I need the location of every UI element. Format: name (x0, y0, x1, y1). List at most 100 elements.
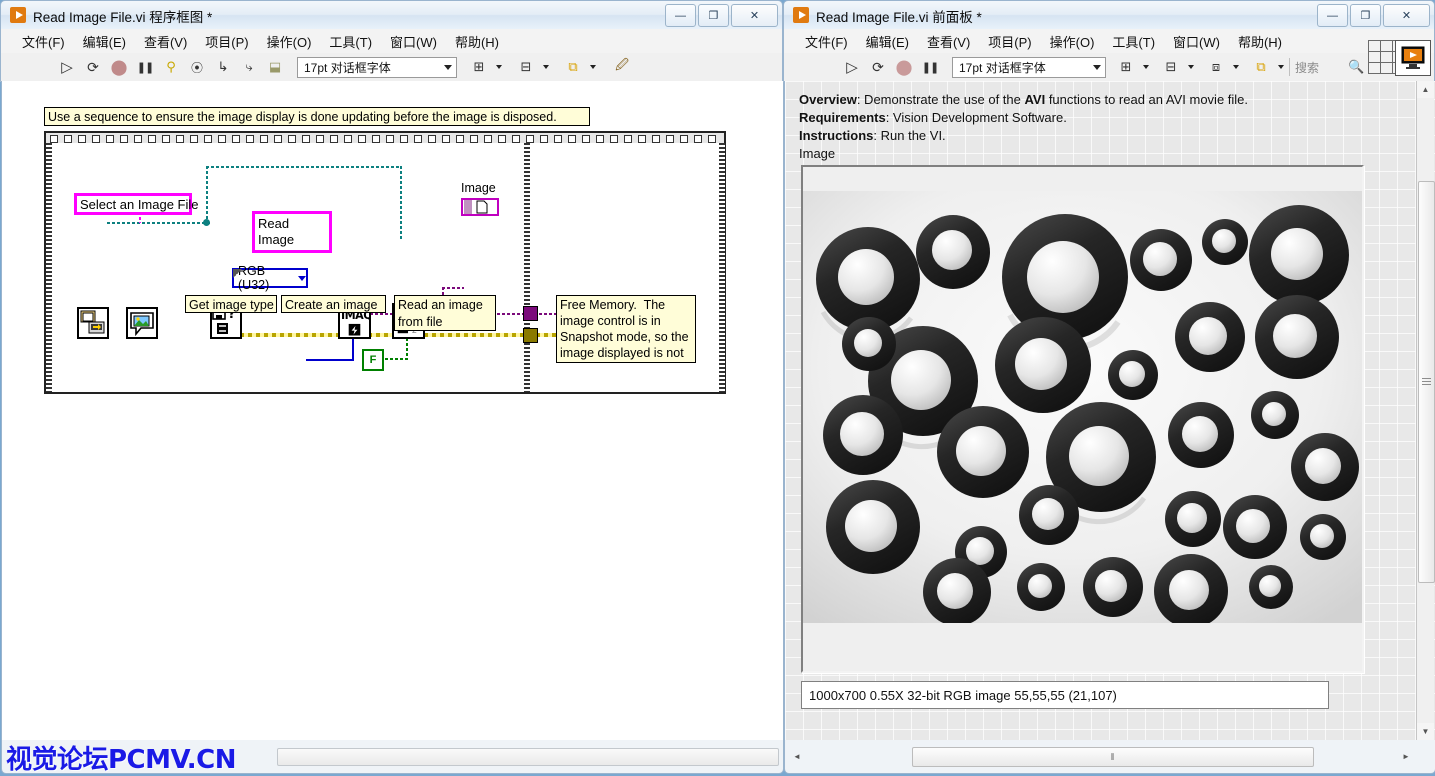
close-button[interactable]: ✕ (1383, 4, 1430, 27)
align-objects-icon[interactable]: ⊞ (1116, 57, 1136, 77)
maximize-button[interactable]: ❐ (1350, 4, 1381, 27)
menu-tools[interactable]: 工具(T) (320, 30, 381, 53)
folder-to-monitor-icon (80, 310, 106, 336)
free-memory-comment[interactable]: Free Memory. The image control is in Sna… (556, 295, 696, 363)
image-speech-bubble-icon (129, 310, 155, 336)
get-image-type-comment[interactable]: Get image type (185, 295, 277, 313)
scroll-right-button[interactable]: ► (1399, 747, 1413, 765)
font-selector[interactable]: 17pt 对话框字体 (297, 57, 457, 78)
panel-hscroll-thumb[interactable]: ⦀ (912, 747, 1314, 767)
menu-project[interactable]: 项目(P) (196, 30, 257, 53)
distribute-objects-icon[interactable]: ⊟ (1161, 57, 1181, 77)
search-box[interactable]: 搜索 🔍 (1295, 59, 1364, 76)
abort-button[interactable]: ⬤ (109, 57, 129, 77)
labview-vi-icon (793, 7, 809, 23)
front-panel-window: Read Image File.vi 前面板 * — ❐ ✕ 文件(F) 编辑(… (783, 0, 1435, 774)
vi-monitor-icon (1400, 45, 1426, 71)
diagram-window-controls: — ❐ ✕ (665, 4, 778, 27)
chevron-down-icon[interactable] (1188, 65, 1194, 69)
image-display-control[interactable] (801, 165, 1364, 673)
menu-help[interactable]: 帮助(H) (446, 30, 508, 53)
panel-titlebar[interactable]: Read Image File.vi 前面板 * — ❐ ✕ (783, 0, 1435, 29)
align-objects-icon[interactable]: ⊞ (469, 57, 489, 77)
minimize-button[interactable]: — (665, 4, 696, 27)
font-selector-value: 17pt 对话框字体 (959, 59, 1046, 76)
menu-view[interactable]: 查看(V) (918, 30, 979, 53)
reorder-icon[interactable]: ⧉ (563, 57, 583, 77)
overview-label: Overview (799, 92, 857, 107)
overview-line: Overview: Demonstrate the use of the AVI… (799, 92, 1248, 107)
step-into-icon[interactable]: ↳ (213, 57, 233, 77)
select-an-image-file-label[interactable]: Select an Image File (74, 193, 192, 215)
menu-operate[interactable]: 操作(O) (1041, 30, 1104, 53)
path-wire-branch-up (206, 166, 208, 223)
block-diagram-canvas[interactable]: Use a sequence to ensure the image displ… (1, 81, 784, 740)
chevron-down-icon[interactable] (590, 65, 596, 69)
chevron-down-icon[interactable] (543, 65, 549, 69)
font-selector-value: 17pt 对话框字体 (304, 59, 391, 76)
chevron-down-icon[interactable] (1278, 65, 1284, 69)
menu-window[interactable]: 窗口(W) (381, 30, 446, 53)
vi-icon[interactable] (1395, 40, 1431, 76)
step-out-icon[interactable]: ⬓ (265, 57, 285, 77)
pause-button[interactable]: ❚❚ (135, 57, 155, 77)
menu-help[interactable]: 帮助(H) (1229, 30, 1291, 53)
menu-edit[interactable]: 编辑(E) (74, 30, 135, 53)
maximize-button[interactable]: ❐ (698, 4, 729, 27)
menu-window[interactable]: 窗口(W) (1164, 30, 1229, 53)
sequence-tunnel-image[interactable] (523, 306, 538, 321)
read-image-label[interactable]: Read Image (252, 211, 332, 253)
select-image-file-prompt-node[interactable] (126, 307, 158, 339)
create-an-image-comment[interactable]: Create an image (281, 295, 386, 313)
chevron-down-icon[interactable] (298, 276, 306, 281)
highlight-execution-icon[interactable]: ⚲ (161, 57, 181, 77)
menu-view[interactable]: 查看(V) (135, 30, 196, 53)
watermark: 视觉论坛PCMV.CN (6, 739, 236, 776)
font-selector[interactable]: 17pt 对话框字体 (952, 57, 1106, 78)
menu-operate[interactable]: 操作(O) (258, 30, 321, 53)
scroll-up-button[interactable]: ▲ (1417, 81, 1434, 98)
menu-tools[interactable]: 工具(T) (1103, 30, 1164, 53)
run-button[interactable]: ▷ (842, 57, 862, 77)
diagram-titlebar[interactable]: Read Image File.vi 程序框图 * — ❐ ✕ (0, 0, 783, 29)
diagram-scroll-thumb[interactable] (277, 748, 779, 766)
file-dialog-node[interactable] (77, 307, 109, 339)
run-continuously-button[interactable]: ⟳ (868, 57, 888, 77)
abort-button[interactable]: ⬤ (894, 57, 914, 77)
scroll-left-button[interactable]: ◄ (790, 747, 804, 765)
rgb-enum-constant[interactable]: RGB (U32) (232, 268, 308, 288)
reorder-icon[interactable]: ⧉ (1251, 57, 1271, 77)
search-icon[interactable]: 🔍 (1348, 59, 1364, 75)
menu-project[interactable]: 项目(P) (979, 30, 1040, 53)
pause-button[interactable]: ❚❚ (920, 57, 940, 77)
block-diagram-window: Read Image File.vi 程序框图 * — ❐ ✕ 文件(F) 编辑… (0, 0, 783, 774)
distribute-objects-icon[interactable]: ⊟ (516, 57, 536, 77)
menu-file[interactable]: 文件(F) (13, 30, 74, 53)
close-button[interactable]: ✕ (731, 4, 778, 27)
boolean-false-constant[interactable]: F (362, 349, 384, 371)
clean-up-diagram-icon[interactable]: 🖉 (612, 57, 632, 77)
sequence-tunnel-error[interactable] (523, 328, 538, 343)
panel-horizontal-scrollbar[interactable]: ◄ ⦀ ► (784, 740, 1435, 774)
chevron-down-icon[interactable] (496, 65, 502, 69)
panel-vertical-scrollbar[interactable]: ▲ ▼ (1416, 81, 1434, 740)
chevron-down-icon[interactable] (1233, 65, 1239, 69)
scroll-down-button[interactable]: ▼ (1417, 723, 1434, 740)
run-continuously-button[interactable]: ⟳ (83, 57, 103, 77)
menu-edit[interactable]: 编辑(E) (857, 30, 918, 53)
search-input[interactable]: 搜索 (1295, 59, 1319, 76)
top-comment[interactable]: Use a sequence to ensure the image displ… (44, 107, 590, 126)
minimize-button[interactable]: — (1317, 4, 1348, 27)
resize-objects-icon[interactable]: ⧈ (1206, 57, 1226, 77)
image-control-label: Image (799, 146, 835, 161)
chevron-down-icon[interactable] (1143, 65, 1149, 69)
retain-wire-values-icon[interactable]: ⦿ (187, 57, 207, 77)
menu-file[interactable]: 文件(F) (796, 30, 857, 53)
run-button[interactable]: ▷ (57, 57, 77, 77)
read-image-from-file-comment[interactable]: Read an image from file (394, 295, 496, 331)
panel-scroll-thumb[interactable] (1418, 181, 1435, 583)
front-panel-canvas[interactable]: Overview: Demonstrate the use of the AVI… (784, 81, 1435, 740)
step-over-icon[interactable]: ⤷ (239, 57, 259, 77)
requirements-label: Requirements (799, 110, 886, 125)
image-indicator-terminal[interactable] (461, 198, 499, 216)
